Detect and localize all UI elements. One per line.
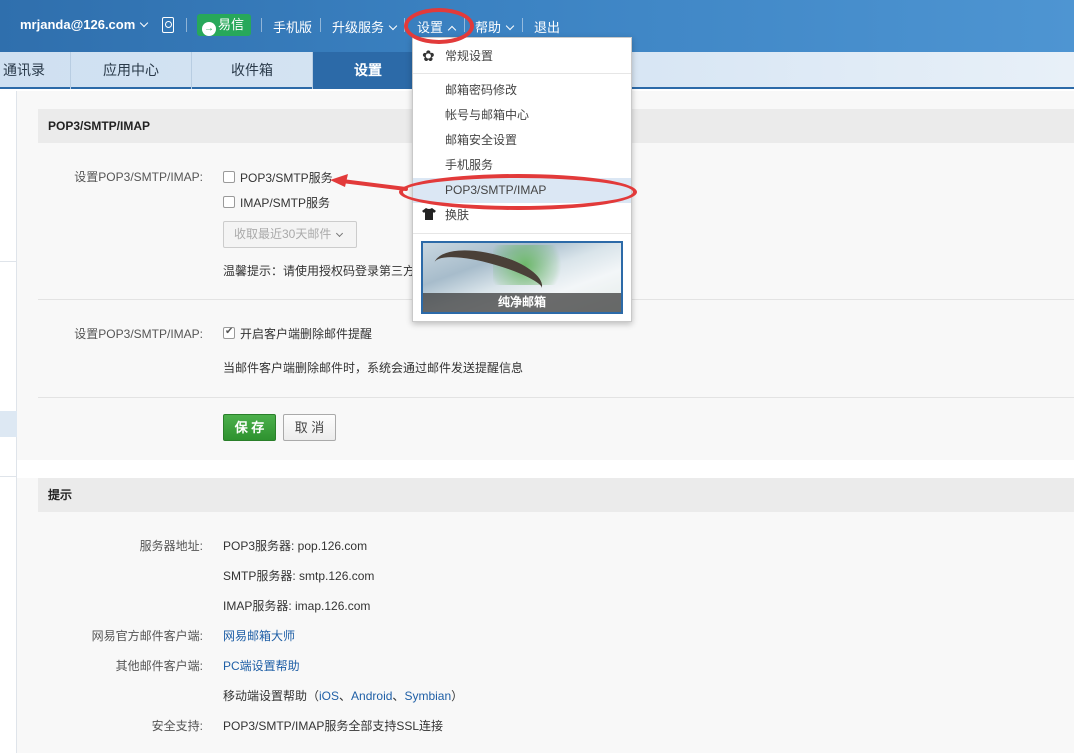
pop3-server: POP3服务器: pop.126.com — [223, 539, 368, 553]
yixin-label: 易信 — [218, 17, 245, 32]
pop3-smtp-label: POP3/SMTP服务 — [240, 171, 333, 185]
receive-range-select[interactable]: 收取最近30天邮件 — [223, 221, 357, 248]
mobile-qr-icon[interactable] — [162, 17, 174, 33]
upgrade-service-menu[interactable]: 升级服务 — [332, 17, 398, 36]
tab-settings[interactable]: 设置 — [313, 52, 423, 89]
menu-divider — [413, 73, 631, 74]
user-email: mrjanda@126.com — [20, 17, 136, 32]
annotation-ellipse-pop3 — [399, 174, 637, 210]
server-address-label: 服务器地址: — [139, 539, 203, 553]
logout-link[interactable]: 退出 — [534, 17, 560, 36]
imap-smtp-label: IMAP/SMTP服务 — [240, 196, 331, 210]
upgrade-label: 升级服务 — [332, 20, 385, 35]
delete-alert-description: 当邮件客户端删除邮件时，系统会通过邮件发送提醒信息 — [223, 361, 524, 375]
skin-preview-thumbnail[interactable]: 纯净邮箱 — [421, 241, 623, 314]
help-menu[interactable]: 帮助 — [475, 17, 515, 36]
yixin-button[interactable]: → 易信 — [197, 14, 251, 36]
annotation-arrow — [330, 174, 408, 191]
auth-code-tip: 温馨提示：请使用授权码登录第三方 — [223, 264, 416, 278]
yixin-icon: → — [202, 22, 216, 36]
tips-section-title: 提示 — [38, 478, 1074, 512]
security-support-label: 安全支持: — [151, 719, 203, 733]
pop-setting-label: 设置POP3/SMTP/IMAP: — [74, 170, 203, 184]
official-client-label: 网易官方邮件客户端: — [91, 629, 203, 643]
ios-help-link[interactable]: iOS — [319, 689, 339, 703]
chevron-down-icon — [505, 21, 515, 31]
symbian-help-link[interactable]: Symbian — [404, 689, 451, 703]
separator-text: 、 — [339, 689, 352, 703]
receive-range-value: 收取最近30天邮件 — [234, 227, 332, 241]
pc-setup-help-link[interactable]: PC端设置帮助 — [223, 657, 300, 674]
tab-contacts[interactable]: 通讯录 — [0, 52, 71, 89]
skin-theme-name: 纯净邮箱 — [423, 293, 621, 312]
mail-master-link[interactable]: 网易邮箱大师 — [223, 627, 295, 644]
user-email-menu[interactable]: mrjanda@126.com — [20, 17, 149, 32]
menu-item-security-settings[interactable]: 邮箱安全设置 — [413, 128, 631, 153]
separator — [320, 18, 321, 32]
separator — [186, 18, 187, 32]
android-help-link[interactable]: Android — [351, 689, 392, 703]
chevron-down-icon — [140, 18, 149, 28]
help-label: 帮助 — [475, 20, 502, 35]
imap-smtp-checkbox[interactable] — [223, 196, 235, 208]
left-sidebar-edge — [0, 91, 17, 753]
menu-item-password-change[interactable]: 邮箱密码修改 — [413, 78, 631, 103]
delete-alert-checkbox[interactable] — [223, 326, 235, 339]
sidebar-selected-item[interactable] — [0, 411, 17, 437]
smtp-server: SMTP服务器: smtp.126.com — [223, 569, 375, 583]
pop3-smtp-checkbox[interactable] — [223, 171, 235, 183]
delete-alert-label: 开启客户端删除邮件提醒 — [240, 327, 373, 341]
mobile-help-prefix: 移动端设置帮助（ — [223, 689, 320, 703]
annotation-ellipse-settings — [404, 8, 474, 44]
separator — [522, 18, 523, 32]
divider — [38, 397, 1074, 398]
mobile-setup-help: 移动端设置帮助（iOS、Android、Symbian） — [223, 687, 463, 704]
tab-app-center[interactable]: 应用中心 — [71, 52, 192, 89]
menu-item-account-center[interactable]: 帐号与邮箱中心 — [413, 103, 631, 128]
sidebar-divider — [0, 261, 17, 262]
chevron-down-icon — [336, 229, 344, 238]
section-gap — [17, 460, 1074, 478]
imap-server: IMAP服务器: imap.126.com — [223, 599, 371, 613]
other-client-label: 其他邮件客户端: — [115, 659, 203, 673]
mobile-version-link[interactable]: 手机版 — [273, 17, 312, 36]
delete-alert-setting-label: 设置POP3/SMTP/IMAP: — [74, 327, 203, 341]
menu-divider — [413, 233, 631, 234]
sidebar-divider — [0, 476, 17, 477]
separator-text: 、 — [392, 689, 405, 703]
security-support-text: POP3/SMTP/IMAP服务全部支持SSL连接 — [223, 719, 444, 733]
save-button[interactable]: 保 存 — [223, 414, 276, 441]
mobile-help-suffix: ） — [451, 689, 464, 703]
menu-item-general-settings[interactable]: 常规设置 — [413, 44, 631, 69]
chevron-down-icon — [388, 21, 398, 31]
tab-inbox[interactable]: 收件箱 — [192, 52, 313, 89]
cancel-button[interactable]: 取 消 — [283, 414, 336, 441]
separator — [261, 18, 262, 32]
